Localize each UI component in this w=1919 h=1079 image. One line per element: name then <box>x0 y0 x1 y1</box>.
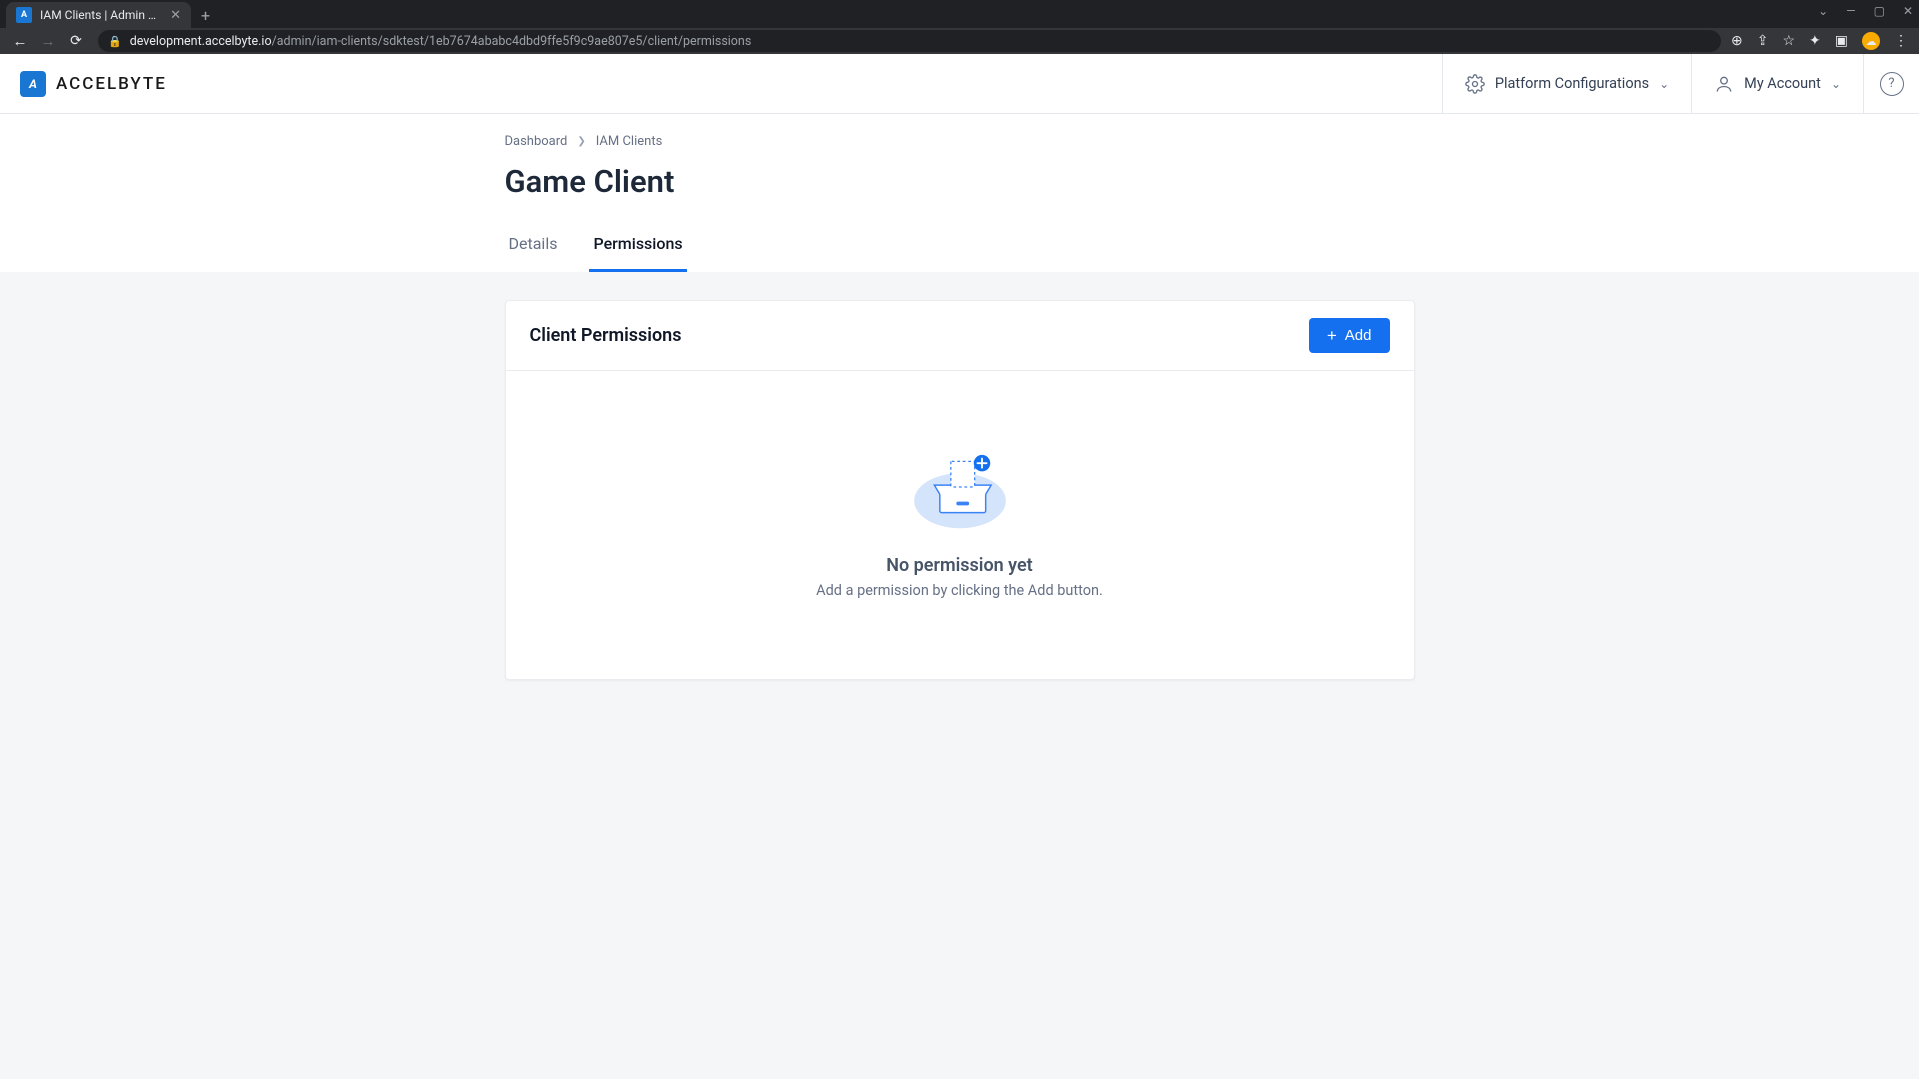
breadcrumb-dashboard[interactable]: Dashboard <box>505 134 568 149</box>
add-button[interactable]: + Add <box>1309 318 1390 353</box>
zoom-icon[interactable]: ⊕ <box>1731 33 1743 49</box>
window-minimize-icon[interactable]: — <box>1846 4 1855 18</box>
tab-favicon-icon: A <box>16 7 32 23</box>
reload-button[interactable]: ⟳ <box>64 33 88 49</box>
browser-tab[interactable]: A IAM Clients | Admin Portal ✕ <box>6 2 191 28</box>
url-bar[interactable]: 🔒 development.accelbyte.io/admin/iam-cli… <box>98 30 1721 52</box>
add-button-label: Add <box>1345 327 1372 344</box>
empty-drawer-icon <box>905 441 1015 533</box>
profile-avatar-icon[interactable]: ☁ <box>1862 32 1880 50</box>
plus-icon: + <box>1327 327 1337 344</box>
lock-icon: 🔒 <box>108 35 122 48</box>
header-right: Platform Configurations ⌄ My Account ⌄ ? <box>1442 54 1919 113</box>
card-title: Client Permissions <box>530 325 682 346</box>
chevron-right-icon: ❯ <box>577 136 585 147</box>
gear-icon <box>1465 74 1485 94</box>
tab-permissions[interactable]: Permissions <box>589 234 686 272</box>
browser-toolbar: ← → ⟳ 🔒 development.accelbyte.io/admin/i… <box>0 28 1919 54</box>
window-chevron-icon[interactable]: ⌄ <box>1818 4 1828 18</box>
tab-strip: A IAM Clients | Admin Portal ✕ + <box>0 0 1919 28</box>
chevron-down-icon: ⌄ <box>1831 77 1841 91</box>
url-path: /admin/iam-clients/sdktest/1eb7674ababc4… <box>272 34 752 49</box>
extensions-icon[interactable]: ✦ <box>1809 33 1821 49</box>
menu-icon[interactable]: ⋮ <box>1894 33 1907 49</box>
share-icon[interactable]: ⇪ <box>1757 33 1769 49</box>
my-account-label: My Account <box>1744 75 1821 92</box>
window-close-icon[interactable]: ✕ <box>1903 4 1913 18</box>
platform-configurations-dropdown[interactable]: Platform Configurations ⌄ <box>1442 54 1691 113</box>
chevron-down-icon: ⌄ <box>1659 77 1669 91</box>
bookmark-icon[interactable]: ☆ <box>1782 33 1795 49</box>
empty-title: No permission yet <box>886 555 1032 576</box>
new-tab-button[interactable]: + <box>191 6 220 25</box>
help-icon: ? <box>1880 72 1904 96</box>
breadcrumb-iam-clients[interactable]: IAM Clients <box>596 134 663 149</box>
breadcrumb: Dashboard ❯ IAM Clients <box>505 134 1415 149</box>
window-controls: ⌄ — ▢ ✕ <box>1818 4 1913 18</box>
empty-subtitle: Add a permission by clicking the Add but… <box>816 582 1103 599</box>
app-header: A ACCELBYTE Platform Configurations ⌄ My… <box>0 54 1919 114</box>
tab-title: IAM Clients | Admin Portal <box>40 8 162 22</box>
platform-configurations-label: Platform Configurations <box>1495 75 1649 92</box>
card-header: Client Permissions + Add <box>506 301 1414 371</box>
tabs: Details Permissions <box>505 234 1415 272</box>
logo[interactable]: A ACCELBYTE <box>20 71 167 97</box>
toolbar-right: ⊕ ⇪ ☆ ✦ ▣ ☁ ⋮ <box>1731 32 1911 50</box>
tab-close-icon[interactable]: ✕ <box>170 8 181 23</box>
user-icon <box>1714 74 1734 94</box>
logo-mark-icon: A <box>20 71 46 97</box>
client-permissions-card: Client Permissions + Add No permission y… <box>505 300 1415 680</box>
page-title: Game Client <box>505 163 1415 200</box>
sidepanel-icon[interactable]: ▣ <box>1835 33 1848 49</box>
content-area: Client Permissions + Add No permission y… <box>0 272 1919 708</box>
forward-button[interactable]: → <box>36 32 60 50</box>
window-maximize-icon[interactable]: ▢ <box>1874 4 1885 18</box>
url-host: development.accelbyte.io <box>130 34 272 49</box>
page-top: Dashboard ❯ IAM Clients Game Client Deta… <box>0 114 1919 272</box>
tab-details[interactable]: Details <box>505 234 562 272</box>
logo-text: ACCELBYTE <box>56 74 167 94</box>
back-button[interactable]: ← <box>8 32 32 50</box>
empty-state: No permission yet Add a permission by cl… <box>506 371 1414 679</box>
my-account-dropdown[interactable]: My Account ⌄ <box>1691 54 1863 113</box>
help-button[interactable]: ? <box>1863 54 1919 113</box>
browser-chrome: ⌄ — ▢ ✕ A IAM Clients | Admin Portal ✕ +… <box>0 0 1919 54</box>
